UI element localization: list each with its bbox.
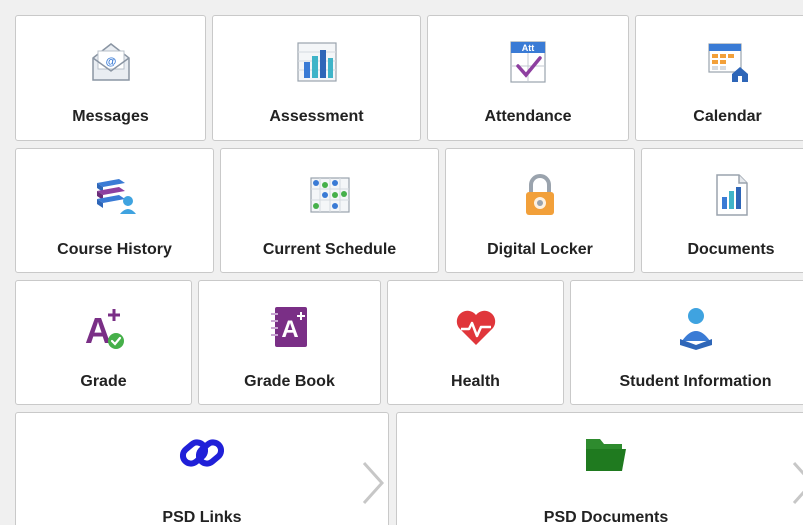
tile-label: Course History [57, 241, 172, 258]
tile-psd-documents[interactable]: PSD Documents [396, 412, 803, 525]
calendar-icon [704, 38, 752, 86]
tile-documents[interactable]: Documents [641, 148, 803, 273]
tile-dashboard: @ Messages Assessment Att Attendance Cal… [0, 0, 803, 525]
chevron-right-icon[interactable] [360, 459, 386, 507]
tile-attendance[interactable]: Att Attendance [427, 15, 629, 141]
mail-icon: @ [87, 38, 135, 86]
grade-glyph: A [85, 310, 111, 351]
link-icon [178, 429, 226, 477]
bar-chart-icon [293, 38, 341, 86]
lock-icon [516, 171, 564, 219]
tile-current-schedule[interactable]: Current Schedule [220, 148, 439, 273]
tile-label: PSD Links [162, 509, 242, 525]
student-icon [672, 303, 720, 351]
folder-icon [582, 429, 630, 477]
tile-label: Calendar [693, 108, 762, 125]
tile-label: Grade [80, 373, 127, 390]
attendance-badge: Att [522, 43, 535, 53]
tile-label: Messages [72, 108, 149, 125]
schedule-icon [306, 171, 354, 219]
tile-label: Current Schedule [262, 241, 397, 258]
books-icon [91, 171, 139, 219]
tile-digital-locker[interactable]: Digital Locker [445, 148, 635, 273]
grade-icon: A [80, 303, 128, 351]
heart-pulse-icon [452, 303, 500, 351]
tile-assessment[interactable]: Assessment [212, 15, 421, 141]
tile-health[interactable]: Health [387, 280, 564, 405]
tile-label: Digital Locker [487, 241, 593, 258]
tile-student-information[interactable]: Student Information [570, 280, 803, 405]
tile-label: Assessment [269, 108, 364, 125]
document-chart-icon [707, 171, 755, 219]
tile-label: Student Information [619, 373, 772, 390]
tile-calendar[interactable]: Calendar [635, 15, 803, 141]
tile-label: Attendance [484, 108, 572, 125]
grade-book-glyph: A [281, 316, 298, 343]
tile-messages[interactable]: @ Messages [15, 15, 206, 141]
tile-label: Health [451, 373, 500, 390]
attendance-icon: Att [504, 38, 552, 86]
tile-grade[interactable]: A Grade [15, 280, 192, 405]
grade-book-icon: A [266, 303, 314, 351]
chevron-right-icon[interactable] [790, 459, 803, 507]
tile-label: PSD Documents [543, 509, 669, 525]
tile-psd-links[interactable]: PSD Links [15, 412, 389, 525]
tile-grade-book[interactable]: A Grade Book [198, 280, 381, 405]
svg-text:@: @ [105, 56, 116, 68]
tile-label: Grade Book [244, 373, 335, 390]
tile-label: Documents [687, 241, 775, 258]
tile-course-history[interactable]: Course History [15, 148, 214, 273]
